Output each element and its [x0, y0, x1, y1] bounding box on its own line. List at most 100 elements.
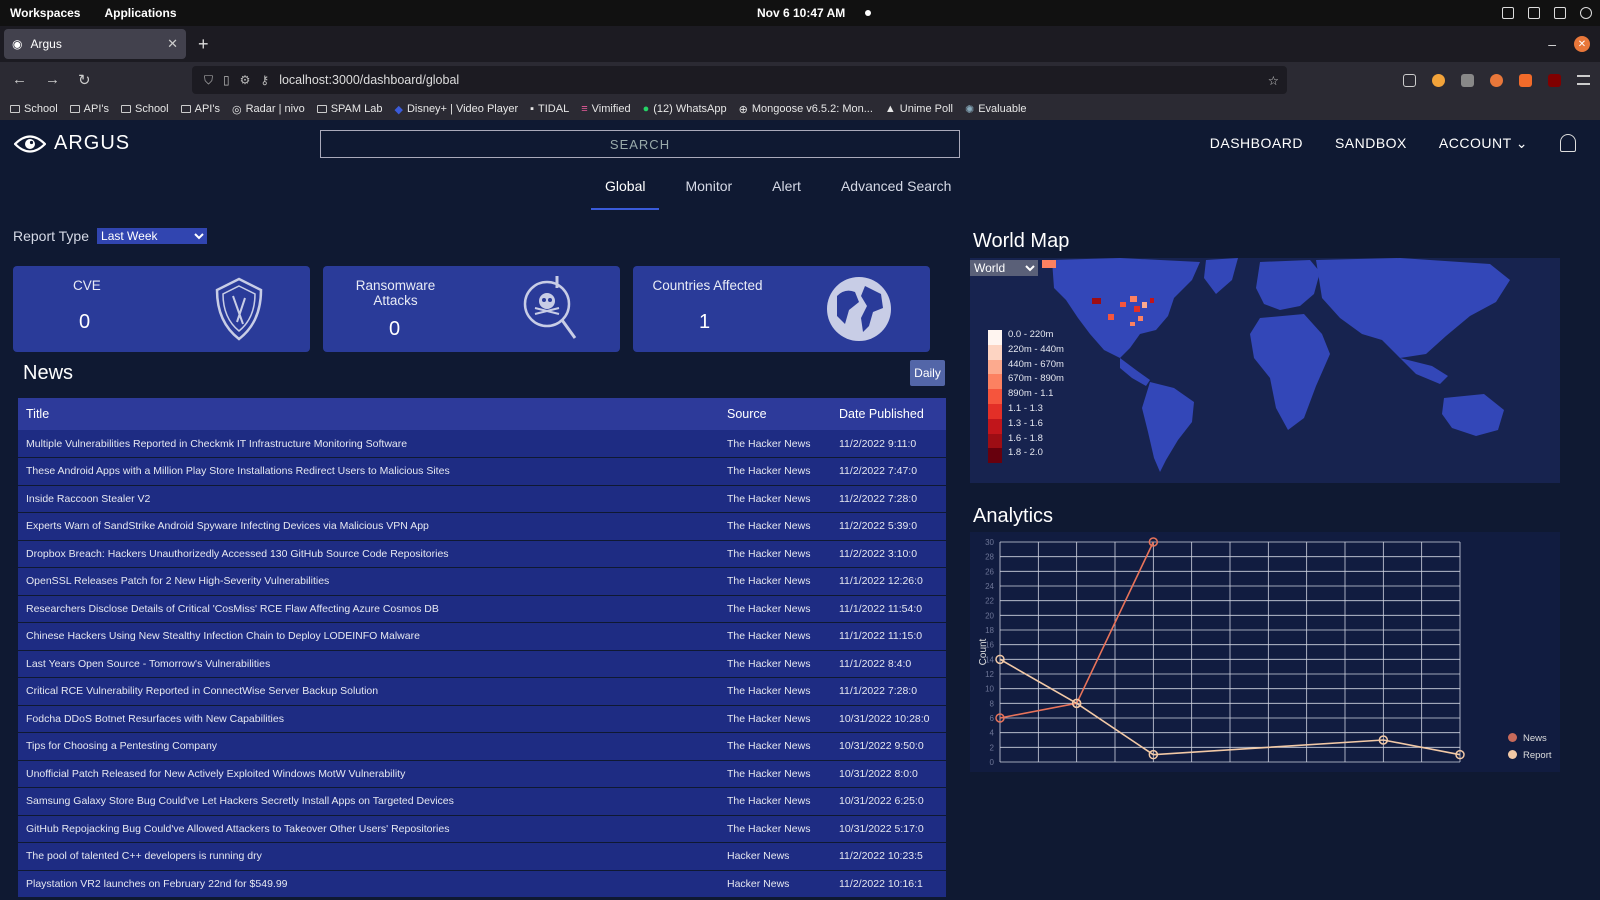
brand-logo[interactable]: ARGUS [14, 132, 130, 155]
bookmark-item[interactable]: ◆ Disney+ | Video Player [394, 103, 518, 116]
map-region[interactable] [1142, 382, 1194, 472]
table-row[interactable]: Inside Raccoon Stealer V2 The Hacker News… [18, 485, 946, 513]
bookmark-item[interactable]: ≡ Vimified [581, 103, 630, 115]
extension-icon-3[interactable] [1519, 73, 1532, 87]
minimize-icon[interactable]: – [1548, 36, 1556, 52]
nivo-icon: ◎ [231, 103, 242, 116]
cell-source: The Hacker News [719, 430, 831, 458]
tab-alert[interactable]: Alert [772, 178, 801, 210]
nav-account[interactable]: ACCOUNT ⌄ [1439, 135, 1528, 152]
bookmark-item[interactable]: ▪ TIDAL [530, 103, 569, 115]
countries-value: 1 [699, 311, 711, 333]
clock[interactable]: Nov 6 10:47 AM [757, 6, 872, 20]
table-row[interactable]: Playstation VR2 launches on February 22n… [18, 870, 946, 898]
analytics-chart[interactable]: 024681012141618202224262830Count [970, 532, 1560, 772]
map-region[interactable] [1400, 358, 1448, 384]
window-icon[interactable] [1528, 7, 1540, 19]
extension-icon-1[interactable] [1432, 73, 1445, 87]
news-daily-button[interactable]: Daily [910, 360, 945, 386]
cell-date: 10/31/2022 9:50:0 [831, 732, 946, 761]
bookmark-item[interactable]: School [120, 103, 169, 115]
map-region[interactable] [1120, 358, 1150, 386]
volume-icon[interactable] [1554, 7, 1566, 19]
nav-dashboard[interactable]: DASHBOARD [1210, 135, 1303, 151]
table-row[interactable]: Samsung Galaxy Store Bug Could've Let Ha… [18, 787, 946, 816]
cell-title: Fodcha DDoS Botnet Resurfaces with New C… [18, 705, 719, 733]
extension-icon-2[interactable] [1461, 73, 1474, 87]
bookmark-item[interactable]: ⊕ Mongoose v6.5.2: Mon... [739, 103, 873, 116]
bell-icon[interactable] [1560, 134, 1576, 152]
bookmark-item[interactable]: ✺ Evaluable [965, 103, 1027, 116]
workspaces-menu[interactable]: Workspaces [10, 6, 80, 20]
table-row[interactable]: Critical RCE Vulnerability Reported in C… [18, 677, 946, 706]
bookmark-item[interactable]: School [10, 103, 58, 115]
brave-icon[interactable] [1490, 73, 1503, 87]
tab-global[interactable]: Global [591, 178, 660, 210]
tab-monitor[interactable]: Monitor [685, 178, 732, 210]
column-title[interactable]: Title [18, 398, 719, 430]
reload-icon[interactable]: ↻ [78, 71, 91, 89]
table-row[interactable]: Dropbox Breach: Hackers Unauthorizedly A… [18, 540, 946, 568]
bookmark-item[interactable]: API's [180, 103, 220, 115]
map-region[interactable] [1052, 258, 1200, 358]
column-source[interactable]: Source [719, 398, 831, 430]
table-row[interactable]: Researchers Disclose Details of Critical… [18, 595, 946, 623]
bookmark-star-icon[interactable]: ☆ [1268, 73, 1279, 88]
report-type-select[interactable]: Last Week [97, 228, 208, 244]
folder-icon [69, 105, 80, 113]
cell-title: Inside Raccoon Stealer V2 [18, 485, 719, 513]
tab-advanced-search[interactable]: Advanced Search [841, 178, 952, 210]
table-row[interactable]: Multiple Vulnerabilities Reported in Che… [18, 430, 946, 458]
search-input[interactable] [320, 130, 960, 158]
applications-menu[interactable]: Applications [104, 6, 176, 20]
legend-range-label: 670m - 890m [1008, 373, 1064, 385]
power-icon[interactable] [1580, 7, 1592, 19]
bookmark-item[interactable]: API's [69, 103, 109, 115]
brand-name: ARGUS [54, 132, 131, 154]
table-row[interactable]: Last Years Open Source - Tomorrow's Vuln… [18, 650, 946, 678]
table-row[interactable]: The pool of talented C++ developers is r… [18, 842, 946, 871]
bookmark-item[interactable]: ● (12) WhatsApp [643, 103, 727, 115]
legend-report[interactable]: Report [1508, 747, 1552, 764]
back-icon[interactable]: ← [12, 71, 27, 89]
table-row[interactable]: GitHub Repojacking Bug Could've Allowed … [18, 815, 946, 843]
table-row[interactable]: Unofficial Patch Released for New Active… [18, 760, 946, 788]
legend-news[interactable]: News [1508, 730, 1552, 747]
cell-source: The Hacker News [719, 485, 831, 513]
region-select[interactable]: World [970, 260, 1038, 276]
map-region[interactable] [1256, 260, 1320, 310]
map-region[interactable] [1442, 394, 1504, 436]
nav-sandbox[interactable]: SANDBOX [1335, 135, 1407, 151]
disney-icon: ◆ [394, 103, 403, 116]
browser-tab-argus[interactable]: ◉ Argus ✕ [4, 29, 186, 59]
bookmark-item[interactable]: ▲ Unime Poll [885, 103, 953, 115]
map-region[interactable] [1316, 258, 1510, 358]
screen-icon[interactable] [1502, 7, 1514, 19]
globe-icon [827, 277, 891, 341]
url-bar[interactable]: ⛉ ▯ ⚙ ⚷ localhost:3000/dashboard/global … [192, 66, 1287, 94]
cell-date: 11/2/2022 9:11:0 [831, 430, 946, 458]
table-row[interactable]: Fodcha DDoS Botnet Resurfaces with New C… [18, 705, 946, 733]
cve-card: CVE 0 [13, 266, 310, 352]
column-date[interactable]: Date Published [831, 398, 946, 430]
legend-range-label: 1.6 - 1.8 [1008, 432, 1043, 444]
forward-icon[interactable]: → [45, 71, 60, 89]
new-tab-icon[interactable]: + [198, 34, 209, 55]
page-icon: ▯ [223, 73, 230, 87]
menu-icon[interactable] [1577, 75, 1590, 85]
bookmark-item[interactable]: ◎ Radar | nivo [232, 103, 305, 116]
table-row[interactable]: Chinese Hackers Using New Stealthy Infec… [18, 622, 946, 651]
pocket-icon[interactable] [1403, 73, 1416, 87]
ublock-icon[interactable] [1548, 73, 1561, 87]
close-tab-icon[interactable]: ✕ [167, 36, 178, 52]
map-region[interactable] [1204, 258, 1238, 294]
table-row[interactable]: Tips for Choosing a Pentesting Company Th… [18, 732, 946, 761]
table-row[interactable]: These Android Apps with a Million Play S… [18, 457, 946, 486]
vimified-icon: ≡ [581, 103, 588, 115]
map-region[interactable] [1250, 314, 1330, 430]
close-window-icon[interactable]: ✕ [1574, 36, 1590, 52]
y-tick-label: 26 [985, 567, 994, 576]
bookmark-item[interactable]: SPAM Lab [316, 103, 382, 115]
table-row[interactable]: OpenSSL Releases Patch for 2 New High-Se… [18, 567, 946, 596]
table-row[interactable]: Experts Warn of SandStrike Android Spywa… [18, 512, 946, 541]
